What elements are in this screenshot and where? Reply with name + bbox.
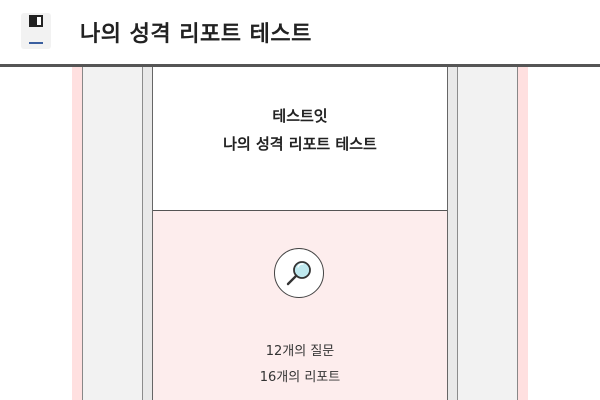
save-disk-icon[interactable]: [21, 13, 51, 49]
app-header: 나의 성격 리포트 테스트: [0, 0, 600, 67]
test-title: 나의 성격 리포트 테스트: [223, 135, 377, 153]
test-card[interactable]: 테스트잇 나의 성격 리포트 테스트 12개의 질문 16개의 리포트: [152, 67, 448, 400]
search-icon: [274, 248, 324, 298]
card-info: 12개의 질문 16개의 리포트: [153, 211, 447, 400]
card-header: 테스트잇 나의 성격 리포트 테스트: [153, 67, 447, 211]
brand-name: 테스트잇: [272, 107, 328, 125]
question-count: 12개의 질문: [265, 344, 335, 359]
report-count: 16개의 리포트: [259, 370, 341, 385]
page-title: 나의 성격 리포트 테스트: [80, 22, 312, 47]
